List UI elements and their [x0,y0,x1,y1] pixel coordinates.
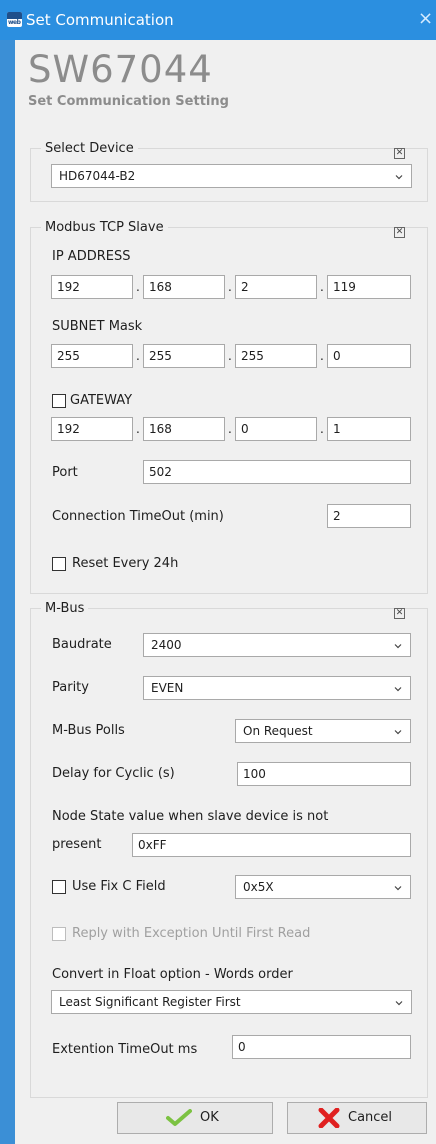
chevron-down-icon [395,1001,403,1006]
subnet-octet-2[interactable]: 255 [143,344,225,368]
ok-button[interactable]: OK [117,1102,273,1134]
ip-dot: . [320,280,324,294]
use-fix-c-field-checkbox[interactable] [52,880,66,894]
subnet-dot: . [320,349,324,363]
subnet-dot: . [228,349,232,363]
select-device-legend: Select Device [41,140,138,157]
node-state-label-line2: present [52,837,102,852]
cancel-button-label: Cancel [348,1110,393,1125]
extention-timeout-label: Extention TimeOut ms [52,1042,198,1057]
device-select-value: HD67044-B2 [59,169,136,183]
connection-timeout-input[interactable]: 2 [327,504,411,528]
chevron-down-icon [394,730,402,735]
product-subtitle: Set Communication Setting [28,94,229,109]
mbus-polls-select[interactable]: On Request [235,719,411,743]
subnet-mask-label: SUBNET Mask [52,319,143,334]
window-title: Set Communication [26,11,174,29]
device-select[interactable]: HD67044-B2 [51,164,412,188]
gateway-checkbox[interactable] [52,394,66,408]
close-box-icon[interactable]: ✕ [394,608,405,619]
mbus-legend: M-Bus [41,600,89,617]
close-icon[interactable]: × [418,9,433,29]
chevron-down-icon [394,687,402,692]
port-label: Port [52,465,78,480]
fix-c-field-select[interactable]: 0x5X [235,875,411,899]
node-state-label-line1: Node State value when slave device is no… [52,809,329,824]
reply-exception-checkbox[interactable] [52,927,66,941]
ip-dot: . [136,280,140,294]
float-order-label: Convert in Float option - Words order [52,967,293,982]
gateway-dot: . [320,422,324,436]
cross-icon [318,1108,340,1128]
reset-every-24h-checkbox[interactable] [52,557,66,571]
gateway-octet-2[interactable]: 168 [143,417,225,441]
connection-timeout-label: Connection TimeOut (min) [52,509,224,524]
float-order-select[interactable]: Least Significant Register First [51,990,412,1014]
baudrate-value: 2400 [151,638,182,652]
chevron-down-icon [394,644,402,649]
close-box-icon[interactable]: ✕ [394,227,405,238]
parity-label: Parity [52,680,89,695]
ip-octet-1[interactable]: 192 [51,275,133,299]
delay-cyclic-label: Delay for Cyclic (s) [52,766,175,781]
chevron-down-icon [395,175,403,180]
ip-dot: . [228,280,232,294]
window-titlebar: web Set Communication × [0,0,436,40]
close-box-icon[interactable]: ✕ [394,148,405,159]
baudrate-label: Baudrate [52,637,112,652]
ok-button-label: OK [200,1110,219,1125]
gateway-dot: . [228,422,232,436]
baudrate-select[interactable]: 2400 [143,633,411,657]
fix-c-field-value: 0x5X [243,880,274,894]
gateway-dot: . [136,422,140,436]
ip-octet-2[interactable]: 168 [143,275,225,299]
subnet-octet-3[interactable]: 255 [235,344,317,368]
ip-octet-3[interactable]: 2 [235,275,317,299]
reset-every-24h-label: Reset Every 24h [72,556,179,571]
gateway-label: GATEWAY [70,393,133,408]
modbus-tcp-legend: Modbus TCP Slave [41,219,168,236]
mbus-polls-value: On Request [243,724,313,738]
check-icon [166,1109,192,1126]
parity-value: EVEN [151,681,184,695]
chevron-down-icon [394,886,402,891]
float-order-value: Least Significant Register First [59,995,241,1009]
extention-timeout-input[interactable]: 0 [232,1035,411,1059]
reply-exception-label: Reply with Exception Until First Read [72,926,311,941]
ip-address-label: IP ADDRESS [52,249,131,264]
subnet-octet-1[interactable]: 255 [51,344,133,368]
use-fix-c-field-label: Use Fix C Field [72,879,166,894]
parity-select[interactable]: EVEN [143,676,411,700]
port-input[interactable]: 502 [143,460,411,484]
ip-octet-4[interactable]: 119 [327,275,411,299]
cancel-button[interactable]: Cancel [287,1102,427,1134]
subnet-octet-4[interactable]: 0 [327,344,411,368]
product-title: SW67044 [28,48,213,91]
delay-cyclic-input[interactable]: 100 [237,762,411,786]
app-icon: web [7,12,22,27]
node-state-input[interactable]: 0xFF [132,833,411,857]
gateway-octet-4[interactable]: 1 [327,417,411,441]
mbus-polls-label: M-Bus Polls [52,723,125,738]
subnet-dot: . [136,349,140,363]
gateway-octet-3[interactable]: 0 [235,417,317,441]
gateway-octet-1[interactable]: 192 [51,417,133,441]
